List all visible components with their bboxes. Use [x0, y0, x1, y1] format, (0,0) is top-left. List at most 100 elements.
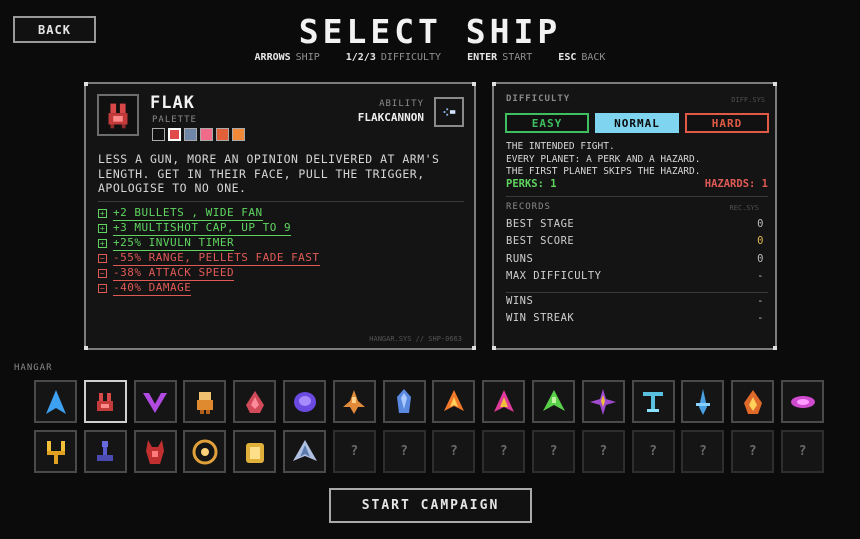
palette-swatch[interactable]: [216, 128, 229, 141]
locked-icon: ?: [350, 444, 359, 459]
anchor-ship-icon: [643, 391, 664, 412]
hangar-slot-locked[interactable]: ?: [332, 430, 376, 473]
flak-burst-icon: [434, 97, 464, 127]
palette-swatch-selected[interactable]: [168, 128, 181, 141]
minus-icon: −: [98, 268, 107, 278]
records-list-2: WINS - WIN STREAK -: [506, 292, 764, 327]
palette-swatch[interactable]: [152, 128, 165, 141]
golem-ship-icon: [196, 391, 213, 414]
drop-ship-icon: [245, 390, 264, 413]
hangar-slot[interactable]: [382, 380, 426, 423]
cloud-ship-icon: [790, 395, 815, 408]
divider: [506, 196, 768, 197]
palette-swatch[interactable]: [184, 128, 197, 141]
locked-icon: ?: [649, 444, 657, 459]
hangar-slot[interactable]: [283, 430, 326, 473]
core-ship-icon: [192, 439, 218, 464]
locked-icon: ?: [549, 444, 558, 459]
fork-ship-icon: [46, 440, 65, 464]
hangar-slot[interactable]: [133, 380, 177, 423]
perk-line: + +25% INVULN TIMER: [98, 236, 235, 251]
difficulty-label: DIFFICULTY: [506, 94, 571, 104]
hangar-slot[interactable]: [731, 380, 775, 423]
hangar-slot[interactable]: [233, 430, 277, 473]
frame-corner: [472, 346, 476, 350]
perk-line: + +2 BULLETS , WIDE FAN: [98, 206, 263, 221]
hangar-slot-locked[interactable]: ?: [631, 430, 675, 473]
hangar-slot[interactable]: [34, 380, 77, 423]
flak-ship-icon: [97, 392, 114, 411]
plus-icon: +: [98, 223, 107, 233]
difficulty-hard-button[interactable]: HARD: [685, 113, 769, 133]
record-row: WINS -: [506, 294, 764, 307]
hangar-slot[interactable]: [83, 430, 127, 473]
spark-ship-icon: [590, 388, 617, 415]
flak-ship-icon: [97, 94, 139, 136]
difficulty-normal-button[interactable]: NORMAL: [595, 113, 679, 133]
drawback-line: − -38% ATTACK SPEED: [98, 266, 235, 281]
control-hint: 1/2/3 DIFFICULTY: [345, 52, 442, 63]
hangar-slot-locked[interactable]: ?: [731, 430, 775, 473]
hangar-slot[interactable]: [83, 380, 127, 423]
ability-name: FLAKCANNON: [357, 111, 424, 124]
hangar-slot[interactable]: [183, 430, 227, 473]
hangar-slot[interactable]: [133, 430, 177, 473]
minus-icon: −: [98, 283, 107, 293]
orb-ship-icon: [293, 391, 316, 412]
panel-footer: HANGAR.SYS // SHP-0663: [369, 335, 462, 343]
ship-description: LESS A GUN, MORE AN OPINION DELIVERED AT…: [98, 152, 440, 195]
hangar-slot-locked[interactable]: ?: [432, 430, 476, 473]
dart-ship-icon: [343, 389, 366, 414]
sys-label: DIFF.SYS: [731, 96, 765, 104]
ability-label: ABILITY: [379, 99, 424, 109]
hangar-slot-locked[interactable]: ?: [781, 430, 824, 473]
palette-swatch[interactable]: [200, 128, 213, 141]
hangar-slot-locked[interactable]: ?: [382, 430, 426, 473]
jar-ship-icon: [245, 442, 264, 463]
difficulty-description: THE INTENDED FIGHT. EVERY PLANET: A PERK…: [506, 141, 701, 177]
hangar-slot[interactable]: [183, 380, 227, 423]
pawn-ship-icon: [97, 440, 114, 461]
hangar-slot[interactable]: [432, 380, 476, 423]
hangar-slot[interactable]: [532, 380, 575, 423]
hangar-slot[interactable]: [581, 380, 625, 423]
hazards-count: HAZARDS: 1: [704, 178, 768, 190]
controls-hint: ARROWS SHIP 1/2/3 DIFFICULTY ENTER START ES…: [0, 52, 860, 63]
magenta-ship-icon: [493, 389, 514, 412]
hangar-slot-locked[interactable]: ?: [681, 430, 725, 473]
plus-icon: +: [98, 208, 107, 218]
records-label: RECORDS: [506, 202, 551, 212]
hangar-slot[interactable]: [781, 380, 824, 423]
frame-corner: [492, 82, 496, 86]
hangar-slot-locked[interactable]: ?: [581, 430, 625, 473]
hangar-slot[interactable]: [681, 380, 725, 423]
sys-label: REC.SYS: [729, 204, 759, 212]
hangar-slot[interactable]: [631, 380, 675, 423]
plus-icon: +: [98, 238, 107, 248]
hangar-slot-locked[interactable]: ?: [532, 430, 575, 473]
difficulty-panel: DIFFICULTY DIFF.SYS EASY NORMAL HARD THE…: [492, 82, 777, 350]
locked-icon: ?: [499, 444, 508, 459]
difficulty-easy-button[interactable]: EASY: [505, 113, 589, 133]
hangar-slot[interactable]: [283, 380, 326, 423]
hangar-slot[interactable]: [34, 430, 77, 473]
hangar-slot[interactable]: [482, 380, 526, 423]
control-hint: ESC BACK: [558, 52, 606, 63]
green-ship-icon: [542, 389, 565, 411]
hangar-slot[interactable]: [332, 380, 376, 423]
start-campaign-button[interactable]: START CAMPAIGN: [329, 488, 532, 523]
hangar-slot-locked[interactable]: ?: [482, 430, 526, 473]
record-row: WIN STREAK -: [506, 312, 764, 325]
palette-swatch[interactable]: [232, 128, 245, 141]
locked-icon: ?: [599, 444, 608, 459]
hangar-slot[interactable]: [233, 380, 277, 423]
ship-name: FLAK: [150, 93, 195, 113]
ship-stats: + +2 BULLETS , WIDE FAN + +3 MULTISHOT CAP…: [98, 206, 320, 296]
record-row: BEST STAGE 0: [506, 217, 764, 230]
perks-count: PERKS: 1: [506, 178, 557, 190]
locked-icon: ?: [449, 444, 458, 459]
palette-label: PALETTE: [152, 115, 197, 125]
frame-corner: [773, 82, 777, 86]
record-row: RUNS 0: [506, 252, 764, 265]
blade-ship-icon: [695, 388, 710, 415]
